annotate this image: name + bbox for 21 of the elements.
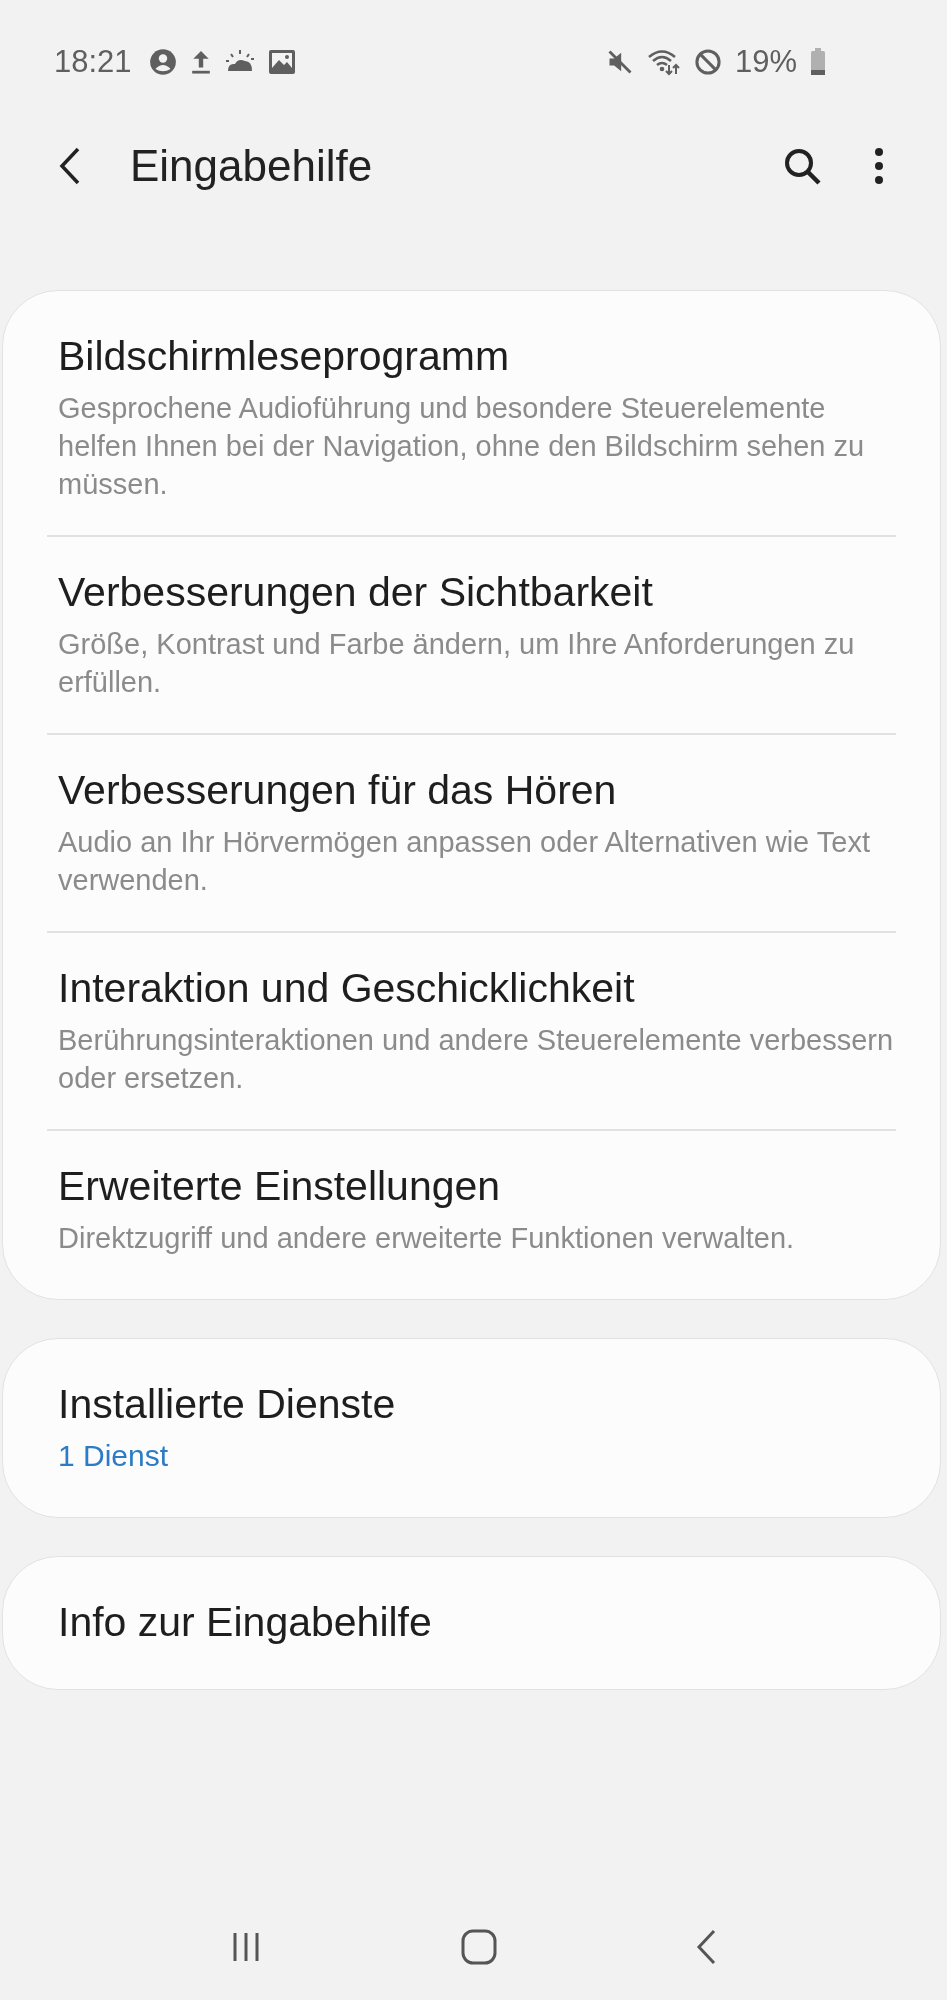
settings-item[interactable]: Info zur Eingabehilfe bbox=[3, 1567, 940, 1679]
settings-item[interactable]: Verbesserungen der Sichtbarkeit Größe, Kontrast und Farbe ändern, um Ihre Anforderungen zu erfüllen. bbox=[3, 537, 940, 733]
page-title: Eingabehilfe bbox=[130, 141, 374, 191]
image-icon bbox=[267, 49, 296, 75]
account-icon bbox=[148, 48, 177, 76]
settings-item[interactable]: Verbesserungen für das Hören Audio an Ihr Hörvermögen anpassen oder Alternativen wie Text verwenden. bbox=[3, 735, 940, 931]
settings-item[interactable]: Bildschirmleseprogramm Gesprochene Audioführung und besondere Steuerelemente helfen Ihnen bei der Navigation, ohne den Bildschirm sehen zu müssen. bbox=[3, 301, 940, 535]
battery-percentage: 19% bbox=[734, 44, 797, 80]
block-icon bbox=[693, 48, 722, 76]
search-icon[interactable] bbox=[782, 146, 822, 186]
wifi-icon bbox=[646, 48, 681, 76]
settings-item[interactable]: Installierte Dienste 1 Dienst bbox=[3, 1349, 940, 1507]
upload-icon bbox=[189, 48, 212, 76]
settings-item[interactable]: Interaktion und Geschicklichkeit Berührungsinteraktionen und andere Steuerelemente verbessern oder ersetzen. bbox=[3, 933, 940, 1129]
status-time: 18:21 bbox=[54, 44, 132, 80]
more-options-icon[interactable] bbox=[874, 146, 884, 186]
mute-icon bbox=[605, 48, 634, 76]
home-icon[interactable] bbox=[460, 1928, 499, 1966]
back-icon[interactable] bbox=[58, 146, 82, 186]
battery-icon bbox=[810, 48, 826, 76]
settings-item[interactable]: Erweiterte Einstellungen Direktzugriff und andere erweiterte Funktionen verwalten. bbox=[3, 1131, 940, 1289]
